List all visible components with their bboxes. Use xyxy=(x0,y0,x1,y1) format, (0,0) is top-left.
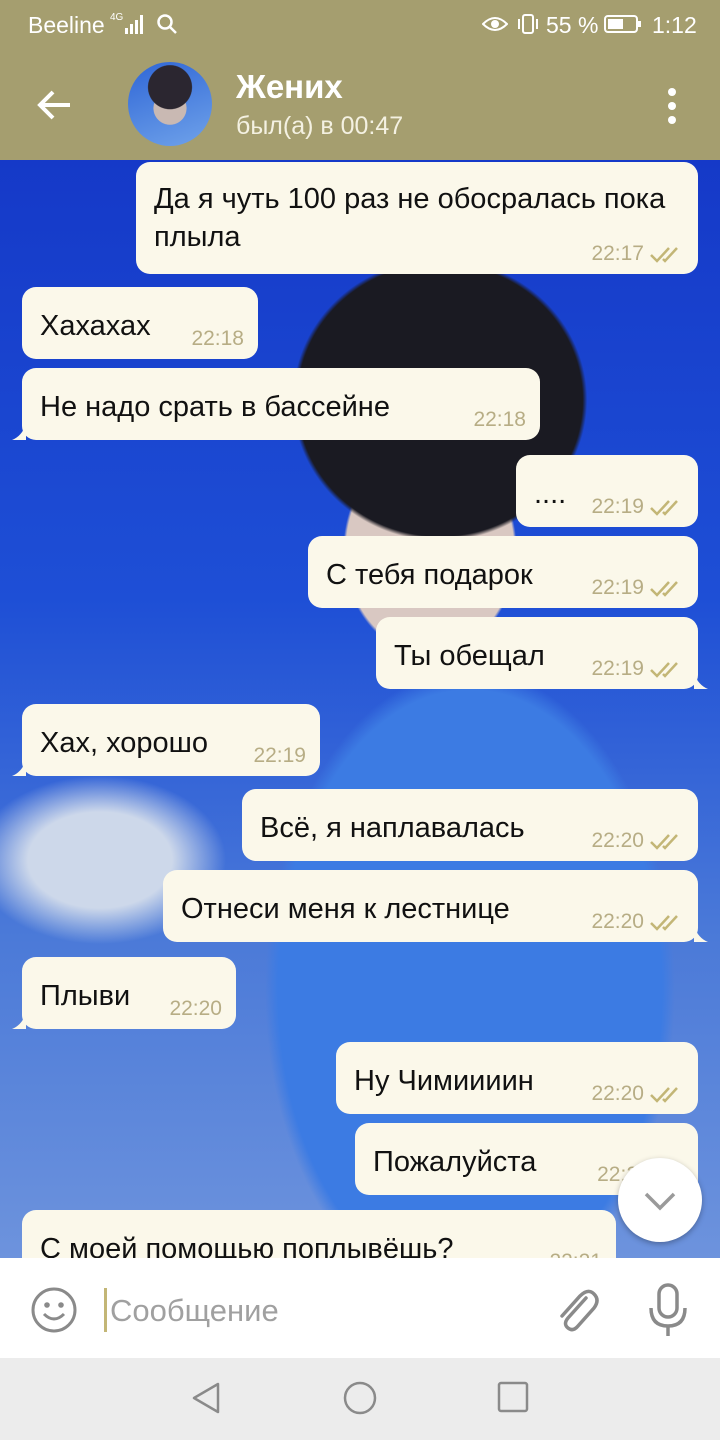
message-text: Не надо срать в бассейне xyxy=(40,391,390,423)
double-check-icon xyxy=(650,581,678,597)
carrier-name: Beeline xyxy=(28,12,105,38)
double-check-icon xyxy=(650,915,678,931)
message-bubble-incoming[interactable]: Плыви 22:20 xyxy=(12,957,236,1029)
message-text: Всё, я наплавалась xyxy=(260,812,525,844)
message-text: С тебя подарок xyxy=(326,559,533,591)
message-time: 22:19 xyxy=(591,495,644,518)
message-bubble-incoming[interactable]: С моей помощью поплывёшь? 22:21 xyxy=(22,1210,616,1258)
contact-name[interactable]: Жених xyxy=(236,68,343,106)
emoji-icon[interactable] xyxy=(30,1286,78,1334)
microphone-icon[interactable] xyxy=(646,1282,690,1338)
message-bubble-outgoing[interactable]: Отнеси меня к лестнице 22:20 xyxy=(163,870,708,942)
message-text: Ты обещал xyxy=(394,640,545,672)
message-bubble-outgoing[interactable]: Ну Чимиииин 22:20 xyxy=(336,1042,698,1114)
message-bubble-incoming[interactable]: Хахахах 22:18 xyxy=(22,287,258,359)
system-navigation-bar xyxy=(0,1358,720,1440)
bubble-tail xyxy=(694,673,708,689)
bubble-tail xyxy=(12,424,26,440)
message-time: 22:19 xyxy=(591,657,644,680)
message-bubble-outgoing[interactable]: Да я чуть 100 раз не обосралась пока плы… xyxy=(136,162,698,274)
message-bubble-outgoing[interactable]: Всё, я наплавалась 22:20 xyxy=(242,789,698,861)
message-input[interactable] xyxy=(108,1286,532,1336)
message-text: .... xyxy=(534,478,567,510)
paperclip-icon[interactable] xyxy=(552,1284,600,1336)
message-composer xyxy=(0,1258,720,1358)
nav-back-icon[interactable] xyxy=(188,1380,224,1416)
message-list[interactable]: Да я чуть 100 раз не обосралась пока плы… xyxy=(0,160,720,1258)
double-check-icon xyxy=(650,1087,678,1103)
bubble-tail xyxy=(694,926,708,942)
message-text: С моей помощью поплывёшь? xyxy=(40,1233,454,1258)
message-time: 22:17 xyxy=(591,242,644,265)
bubble-tail xyxy=(12,1013,26,1029)
message-bubble-outgoing[interactable]: Ты обещал 22:19 xyxy=(376,617,708,689)
message-time: 22:20 xyxy=(591,829,644,852)
message-bubble-outgoing[interactable]: С тебя подарок 22:19 xyxy=(308,536,698,608)
chevron-down-icon xyxy=(644,1192,676,1211)
signal-icon xyxy=(125,15,143,34)
network-type: 4G xyxy=(110,12,124,23)
more-vert-icon[interactable] xyxy=(658,84,686,128)
nav-home-icon[interactable] xyxy=(342,1380,378,1416)
message-bubble-outgoing[interactable]: .... 22:19 xyxy=(516,455,698,527)
message-text: Ну Чимиииин xyxy=(354,1065,534,1097)
message-time: 22:21 xyxy=(549,1250,602,1258)
status-bar: Beeline 4G 55 % 1:12 xyxy=(0,0,720,48)
message-time: 22:20 xyxy=(591,1082,644,1105)
message-bubble-incoming[interactable]: Не надо срать в бассейне 22:18 xyxy=(12,368,540,440)
message-text: Хах, хорошо xyxy=(40,727,209,759)
avatar[interactable] xyxy=(128,62,212,146)
scroll-to-bottom-button[interactable] xyxy=(618,1158,702,1242)
message-time: 22:18 xyxy=(191,327,244,350)
last-seen-status: был(а) в 00:47 xyxy=(236,112,404,140)
double-check-icon xyxy=(650,500,678,516)
message-time: 22:19 xyxy=(591,576,644,599)
search-icon xyxy=(157,14,177,34)
message-time: 22:18 xyxy=(473,408,526,431)
eye-comfort-icon xyxy=(482,17,508,31)
nav-recents-icon[interactable] xyxy=(496,1380,530,1414)
message-text: Хахахах xyxy=(40,310,151,342)
clock: 1:12 xyxy=(652,12,697,38)
message-text: Отнеси меня к лестнице xyxy=(181,893,510,925)
message-text: Плыви xyxy=(40,980,131,1012)
battery-icon xyxy=(604,15,641,33)
message-time: 22:19 xyxy=(253,744,306,767)
double-check-icon xyxy=(650,662,678,678)
message-text: Пожалуйста xyxy=(373,1146,537,1178)
vibrate-icon xyxy=(518,14,538,34)
chat-header: Жених был(а) в 00:47 xyxy=(0,48,720,160)
double-check-icon xyxy=(650,247,678,263)
message-bubble-incoming[interactable]: Хах, хорошо 22:19 xyxy=(12,704,320,776)
bubble-tail xyxy=(12,760,26,776)
double-check-icon xyxy=(650,834,678,850)
text-cursor xyxy=(104,1288,107,1332)
battery-percent: 55 % xyxy=(546,12,599,38)
arrow-back-icon[interactable] xyxy=(34,84,76,126)
message-time: 22:20 xyxy=(591,910,644,933)
message-time: 22:20 xyxy=(169,997,222,1020)
